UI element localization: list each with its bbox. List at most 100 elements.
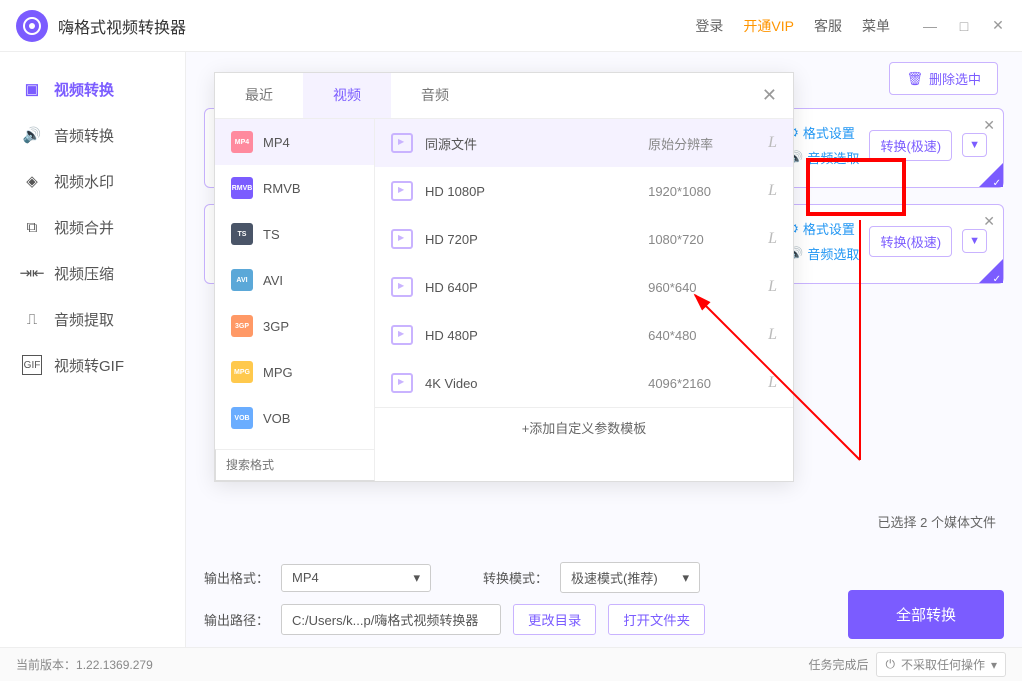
resolution-list: 同源文件原始分辨率LHD 1080P1920*1080LHD 720P1080*… bbox=[375, 119, 793, 449]
open-folder-button[interactable]: 打开文件夹 bbox=[608, 604, 705, 635]
sidebar-item-label: 视频合并 bbox=[54, 217, 114, 238]
edit-icon[interactable]: L bbox=[768, 278, 777, 296]
resolution-item[interactable]: 4K Video4096*2160L bbox=[375, 359, 793, 407]
resolution-item[interactable]: HD 640P960*640L bbox=[375, 263, 793, 311]
format-item-mpg[interactable]: MPGMPG bbox=[215, 349, 374, 395]
chevron-down-icon: ▾ bbox=[991, 658, 997, 672]
format-item-rmvb[interactable]: RMVBRMVB bbox=[215, 165, 374, 211]
compress-icon: ⇥⇤ bbox=[22, 263, 42, 283]
convert-dropdown-icon[interactable]: ▼ bbox=[962, 133, 987, 157]
close-icon[interactable]: ✕ bbox=[990, 18, 1006, 34]
audio-select-link[interactable]: 🔊 音频选取 bbox=[787, 244, 859, 263]
video-file-icon bbox=[391, 133, 413, 153]
audio-select-link[interactable]: 🔊 音频选取 bbox=[787, 148, 859, 167]
edit-icon[interactable]: L bbox=[768, 182, 777, 200]
service-link[interactable]: 客服 bbox=[814, 16, 842, 36]
convert-dropdown-icon[interactable]: ▼ bbox=[962, 229, 987, 253]
format-item-vob[interactable]: VOBVOB bbox=[215, 395, 374, 441]
sidebar-item-label: 视频水印 bbox=[54, 171, 114, 192]
power-icon: ⏻ bbox=[885, 657, 895, 672]
trash-icon: 🗑 bbox=[906, 71, 923, 87]
sidebar-item-compress[interactable]: ⇥⇤ 视频压缩 bbox=[0, 250, 185, 296]
video-file-icon bbox=[391, 277, 413, 297]
format-list: MP4MP4RMVBRMVBTSTSAVIAVI3GP3GPMPGMPGVOBV… bbox=[215, 119, 375, 449]
format-item-mp4[interactable]: MP4MP4 bbox=[215, 119, 374, 165]
sidebar-item-label: 视频转换 bbox=[54, 79, 114, 100]
sidebar-item-merge[interactable]: ⧉ 视频合并 bbox=[0, 204, 185, 250]
version-value: 1.22.1369.279 bbox=[76, 658, 153, 672]
convert-all-button[interactable]: 全部转换 bbox=[848, 590, 1004, 639]
login-link[interactable]: 登录 bbox=[695, 16, 723, 36]
merge-icon: ⧉ bbox=[22, 217, 42, 237]
tab-audio[interactable]: 音频 bbox=[391, 73, 479, 118]
after-task-select[interactable]: ⏻ 不采取任何操作 ▾ bbox=[876, 652, 1006, 677]
format-icon: VOB bbox=[231, 407, 253, 429]
audio-convert-icon: 🔊 bbox=[22, 125, 42, 145]
output-path-label: 输出路径： bbox=[204, 610, 269, 629]
add-custom-template-button[interactable]: +添加自定义参数模板 bbox=[375, 407, 793, 447]
video-file-icon bbox=[391, 181, 413, 201]
format-item-avi[interactable]: AVIAVI bbox=[215, 257, 374, 303]
selected-count-label: 已选择 2 个媒体文件 bbox=[878, 512, 996, 531]
delete-selected-button[interactable]: 🗑 删除选中 bbox=[889, 62, 998, 95]
output-path-input[interactable]: C:/Users/k...p/嗨格式视频转换器 bbox=[281, 604, 501, 635]
convert-button[interactable]: 转换(极速) bbox=[869, 226, 952, 257]
convert-mode-label: 转换模式： bbox=[483, 568, 548, 587]
sidebar-item-label: 音频转换 bbox=[54, 125, 114, 146]
version-label: 当前版本： bbox=[16, 656, 76, 673]
watermark-icon: ◈ bbox=[22, 171, 42, 191]
sidebar-item-video-convert[interactable]: ▣ 视频转换 bbox=[0, 66, 185, 112]
output-format-select[interactable]: MP4 ▾ bbox=[281, 564, 431, 592]
resolution-item[interactable]: 同源文件原始分辨率L bbox=[375, 119, 793, 167]
video-file-icon bbox=[391, 325, 413, 345]
vip-link[interactable]: 开通VIP bbox=[743, 16, 794, 36]
statusbar: 当前版本： 1.22.1369.279 任务完成后 ⏻ 不采取任何操作 ▾ bbox=[0, 647, 1022, 681]
minimize-icon[interactable]: — bbox=[922, 18, 938, 34]
output-format-label: 输出格式： bbox=[204, 568, 269, 587]
format-icon: AVI bbox=[231, 269, 253, 291]
after-task-label: 任务完成后 bbox=[808, 656, 868, 673]
audio-extract-icon: ⎍ bbox=[22, 309, 42, 329]
format-settings-link[interactable]: ⚙ 格式设置 bbox=[787, 219, 859, 238]
format-item-3gp[interactable]: 3GP3GP bbox=[215, 303, 374, 349]
format-modal: 最近 视频 音频 ✕ MP4MP4RMVBRMVBTSTSAVIAVI3GP3G… bbox=[214, 72, 794, 482]
tab-recent[interactable]: 最近 bbox=[215, 73, 303, 118]
convert-mode-select[interactable]: 极速模式(推荐) ▾ bbox=[560, 562, 700, 593]
format-icon: MPG bbox=[231, 361, 253, 383]
video-file-icon bbox=[391, 373, 413, 393]
format-icon: 3GP bbox=[231, 315, 253, 337]
edit-icon[interactable]: L bbox=[768, 326, 777, 344]
resolution-item[interactable]: HD 480P640*480L bbox=[375, 311, 793, 359]
format-settings-link[interactable]: ⚙ 格式设置 bbox=[787, 123, 859, 142]
edit-icon[interactable]: L bbox=[768, 374, 777, 392]
sidebar-item-audio-convert[interactable]: 🔊 音频转换 bbox=[0, 112, 185, 158]
format-item-ts[interactable]: TSTS bbox=[215, 211, 374, 257]
app-title: 嗨格式视频转换器 bbox=[58, 14, 186, 38]
maximize-icon[interactable]: □ bbox=[956, 18, 972, 34]
sidebar-item-label: 视频转GIF bbox=[54, 355, 124, 376]
sidebar: ▣ 视频转换 🔊 音频转换 ◈ 视频水印 ⧉ 视频合并 ⇥⇤ 视频压缩 ⎍ 音频… bbox=[0, 52, 185, 647]
tab-video[interactable]: 视频 bbox=[303, 73, 391, 118]
chevron-down-icon: ▾ bbox=[413, 570, 420, 586]
format-icon: MP4 bbox=[231, 131, 253, 153]
edit-icon[interactable]: L bbox=[768, 230, 777, 248]
convert-button[interactable]: 转换(极速) bbox=[869, 130, 952, 161]
format-search-input[interactable] bbox=[215, 449, 375, 481]
sidebar-item-label: 音频提取 bbox=[54, 309, 114, 330]
menu-link[interactable]: 菜单 bbox=[862, 16, 890, 36]
video-file-icon bbox=[391, 229, 413, 249]
change-dir-button[interactable]: 更改目录 bbox=[513, 604, 596, 635]
format-icon: RMVB bbox=[231, 177, 253, 199]
modal-close-icon[interactable]: ✕ bbox=[746, 73, 793, 118]
sidebar-item-to-gif[interactable]: GIF 视频转GIF bbox=[0, 342, 185, 388]
sidebar-item-label: 视频压缩 bbox=[54, 263, 114, 284]
sidebar-item-watermark[interactable]: ◈ 视频水印 bbox=[0, 158, 185, 204]
titlebar: 嗨格式视频转换器 登录 开通VIP 客服 菜单 — □ ✕ bbox=[0, 0, 1022, 52]
resolution-item[interactable]: HD 1080P1920*1080L bbox=[375, 167, 793, 215]
edit-icon[interactable]: L bbox=[768, 134, 777, 152]
format-icon: TS bbox=[231, 223, 253, 245]
app-logo bbox=[16, 10, 48, 42]
chevron-down-icon: ▾ bbox=[683, 570, 690, 586]
resolution-item[interactable]: HD 720P1080*720L bbox=[375, 215, 793, 263]
sidebar-item-audio-extract[interactable]: ⎍ 音频提取 bbox=[0, 296, 185, 342]
